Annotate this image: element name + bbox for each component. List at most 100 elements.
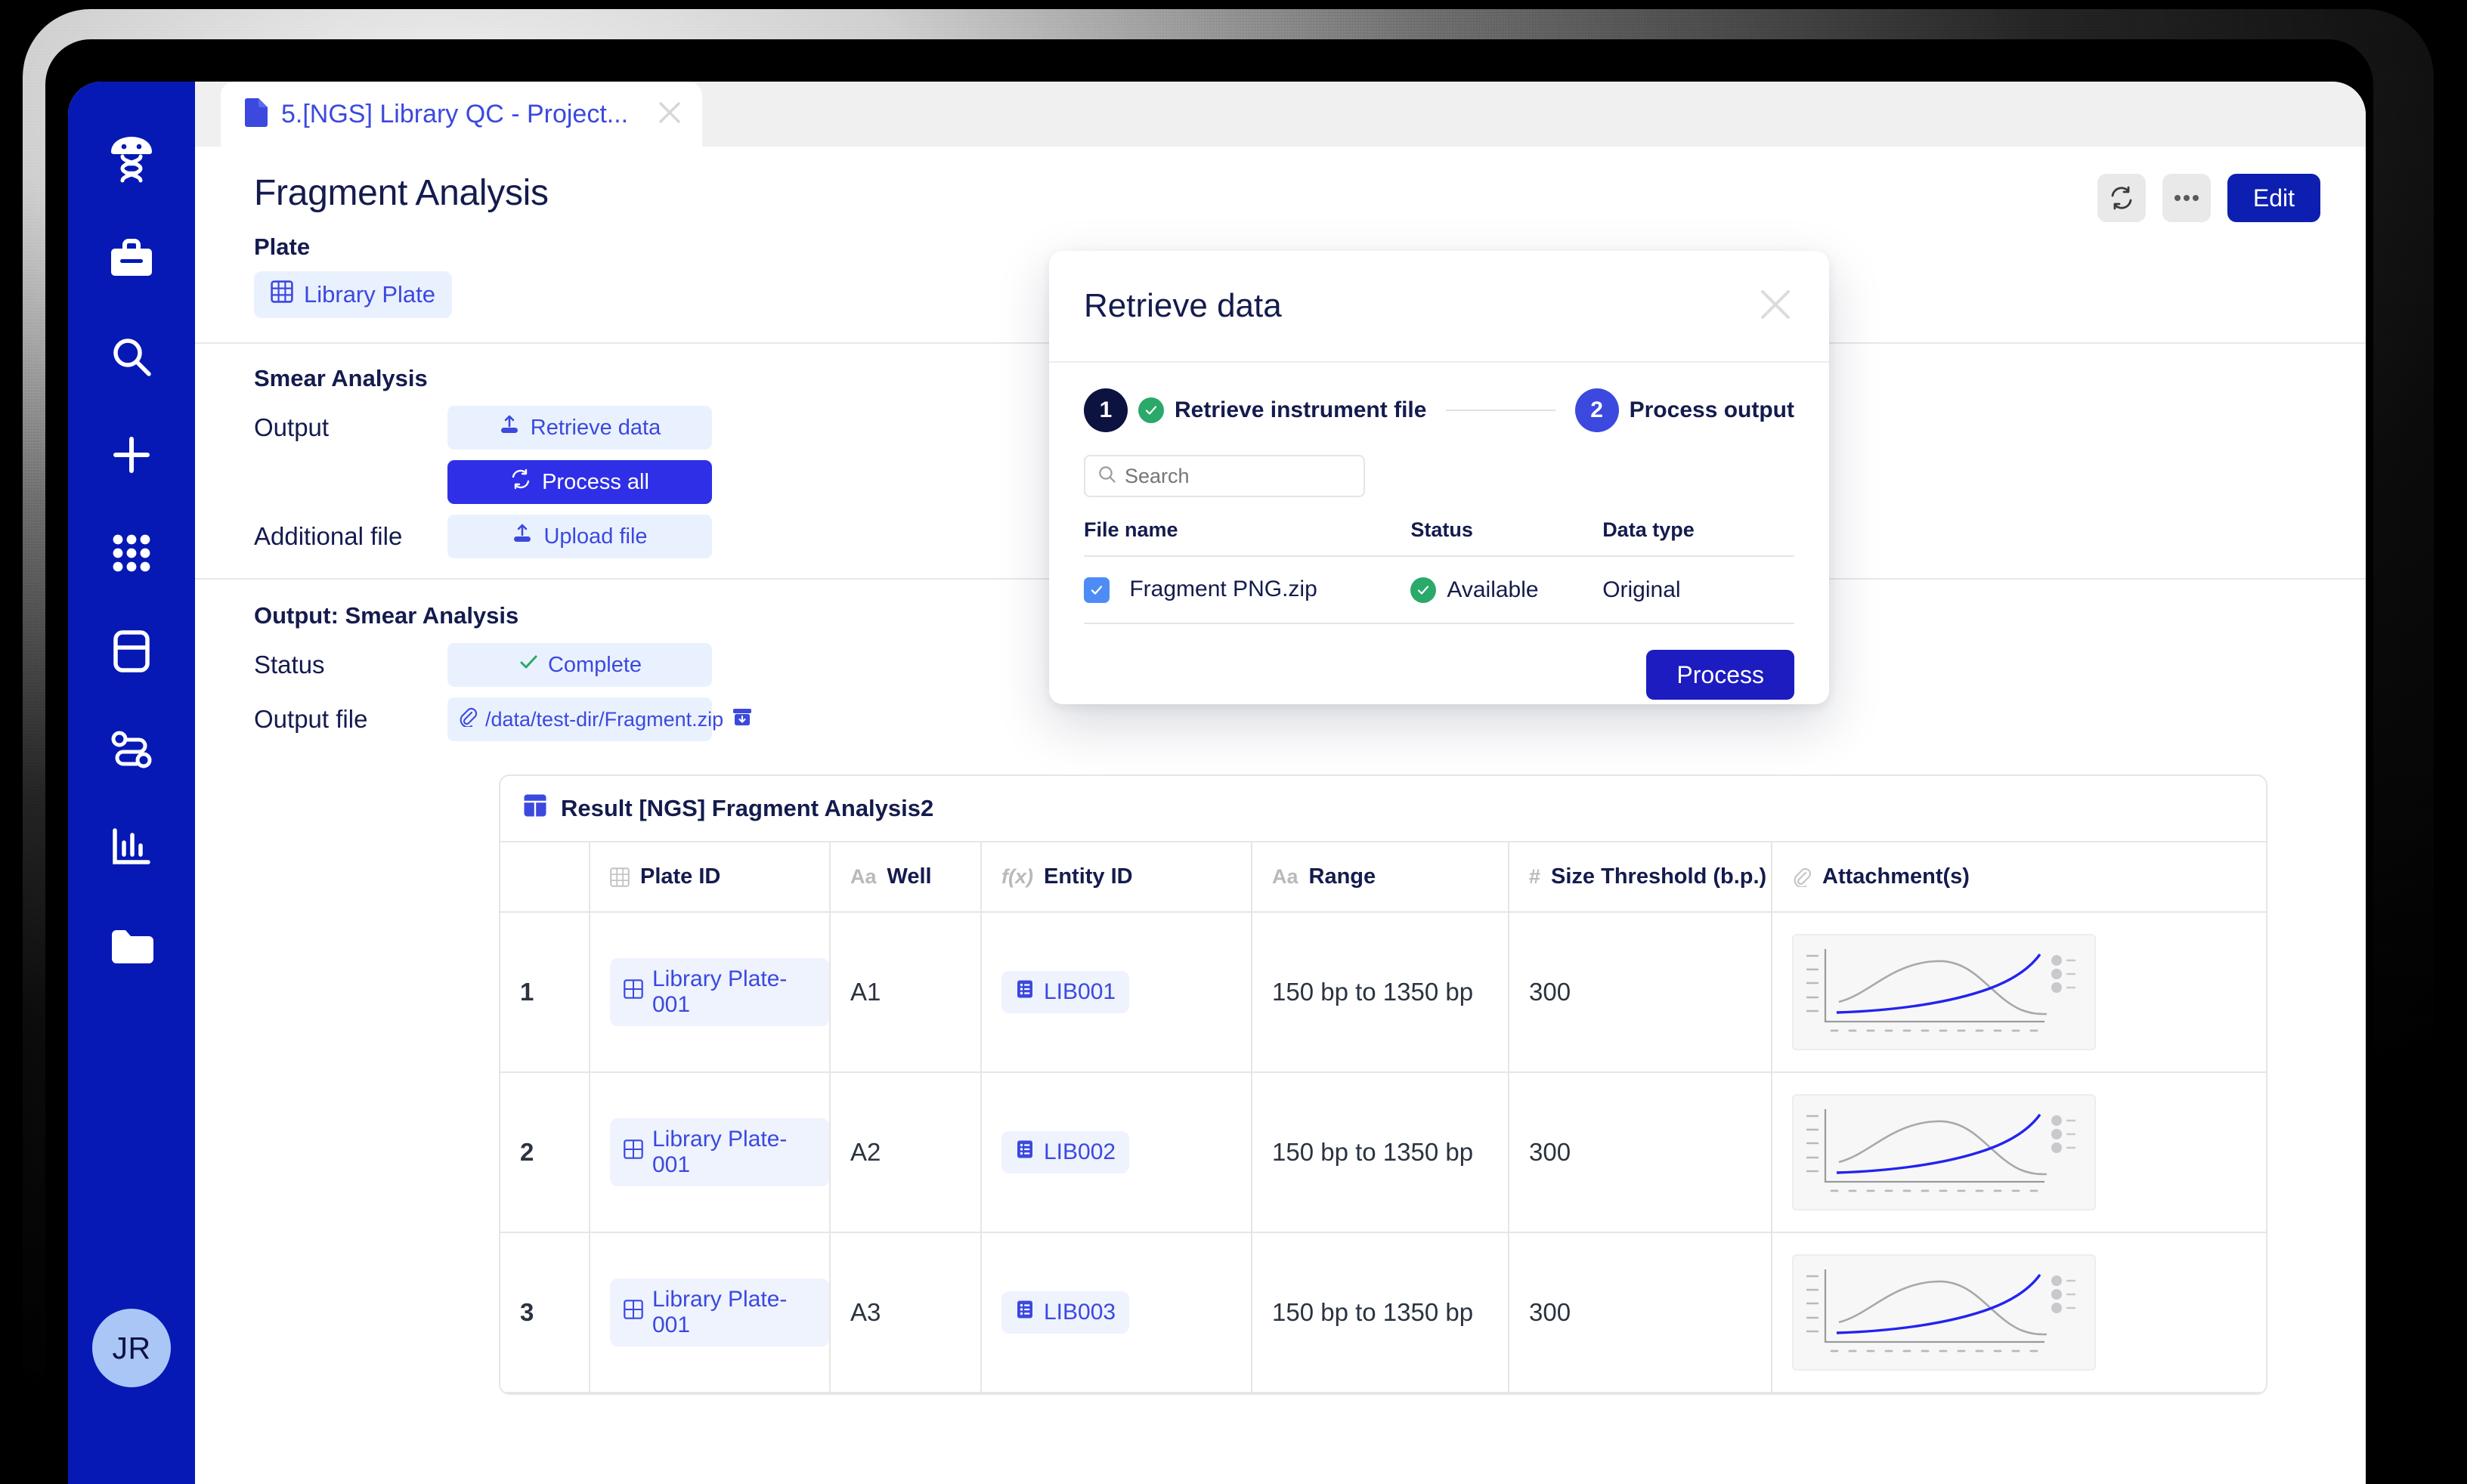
status-label: Status: [254, 651, 325, 679]
plate-chip[interactable]: Library Plate: [254, 271, 453, 318]
entity-id-chip[interactable]: LIB002: [1001, 1131, 1130, 1173]
sidebar-item-apps[interactable]: [95, 517, 168, 589]
avatar[interactable]: JR: [92, 1309, 171, 1387]
step-retrieve-instrument-file[interactable]: 1 Retrieve instrument file: [1084, 388, 1426, 432]
plate-id-chip[interactable]: Library Plate-001: [610, 1118, 829, 1186]
folder-icon: [112, 930, 153, 963]
additional-file-label: Additional file: [254, 522, 403, 550]
chart-thumbnail[interactable]: [1792, 934, 2096, 1050]
paperclip-icon: [458, 707, 478, 732]
col-size-threshold-label: Size Threshold (b.p.): [1551, 864, 1767, 889]
workflow-icon: [111, 731, 152, 768]
col-plate-id[interactable]: Plate ID: [590, 842, 831, 913]
edit-button[interactable]: Edit: [2227, 174, 2320, 222]
table-icon: [624, 1139, 643, 1165]
col-attachments[interactable]: Attachment(s): [1772, 842, 2266, 913]
table-row[interactable]: 2 Library Plate-001 A2 LIB002 150 bp to …: [500, 1072, 2266, 1233]
plus-icon: [113, 437, 150, 473]
refresh-icon: [510, 468, 531, 496]
col-size-threshold[interactable]: # Size Threshold (b.p.): [1509, 842, 1772, 913]
file-table-row[interactable]: Fragment PNG.zip Available Original: [1084, 556, 1794, 625]
entity-id-chip[interactable]: LIB003: [1001, 1291, 1130, 1334]
retrieve-data-label: Retrieve data: [530, 415, 661, 440]
step-number: 1: [1084, 388, 1128, 432]
table-row[interactable]: 1 Library Plate-001 A1 LIB001 150 bp to …: [500, 912, 2266, 1073]
sidebar-item-create[interactable]: [95, 419, 168, 491]
list-icon: [1015, 1300, 1035, 1325]
avatar-initials: JR: [112, 1330, 151, 1365]
entity-id-chip[interactable]: LIB001: [1001, 971, 1130, 1013]
search-icon: [113, 339, 151, 376]
col-data-type: Data type: [1602, 518, 1794, 557]
cell-attachment: [1772, 1072, 2266, 1233]
plate-chip-label: Library Plate: [304, 281, 436, 308]
step-label: Process output: [1629, 397, 1794, 422]
step-label: Retrieve instrument file: [1175, 397, 1427, 422]
check-circle-icon: [1410, 577, 1437, 603]
search-input[interactable]: [1125, 464, 1351, 488]
file-checkbox[interactable]: [1084, 577, 1110, 604]
table-icon: [624, 979, 643, 1005]
col-well-label: Well: [887, 864, 932, 889]
search-icon: [1097, 465, 1117, 488]
text-type-icon: Aa: [1272, 865, 1299, 888]
table-type-icon: [610, 867, 630, 887]
page-toolbar: Edit: [2097, 174, 2320, 222]
row-number: 3: [500, 1232, 590, 1393]
upload-file-button[interactable]: Upload file: [447, 515, 712, 558]
chart-thumbnail[interactable]: [1792, 1254, 2096, 1371]
upload-file-label: Upload file: [543, 524, 648, 549]
more-options-icon: [2174, 195, 2199, 201]
sidebar-item-projects[interactable]: [95, 222, 168, 295]
dialog-body: 1 Retrieve instrument file 2 Process out…: [1049, 363, 1829, 625]
tab-library-qc[interactable]: 5.[NGS] Library QC - Project...: [221, 82, 703, 147]
sidebar-item-search[interactable]: [95, 320, 168, 393]
upload-icon: [512, 523, 533, 550]
retrieve-data-button[interactable]: Retrieve data: [447, 406, 712, 450]
chart-thumbnail[interactable]: [1792, 1094, 2096, 1210]
results-table-title-bar: Result [NGS] Fragment Analysis2: [500, 776, 2266, 842]
output-file-label: Output file: [254, 705, 368, 733]
cell-entity-id: LIB003: [981, 1232, 1252, 1393]
col-entity-id[interactable]: f(x) Entity ID: [981, 842, 1252, 913]
number-type-icon: #: [1529, 865, 1541, 888]
results-table-title: Result [NGS] Fragment Analysis2: [561, 795, 934, 821]
cell-attachment: [1772, 1232, 2266, 1393]
output-file-value: /data/test-dir/Fragment.zip: [485, 707, 724, 731]
process-all-button[interactable]: Process all: [447, 460, 712, 504]
table-header-row: Plate ID Aa Well f(x) Entity ID Aa Range…: [500, 842, 2266, 913]
row-number: 1: [500, 912, 590, 1073]
close-icon[interactable]: [657, 100, 683, 129]
dialog-footer: Process: [1049, 624, 1829, 700]
entity-id-value: LIB001: [1044, 979, 1116, 1004]
process-button[interactable]: Process: [1646, 650, 1794, 700]
app-logo[interactable]: [95, 124, 168, 196]
plate-id-chip[interactable]: Library Plate-001: [610, 1278, 829, 1346]
sidebar-item-inventory[interactable]: [95, 615, 168, 688]
stepper: 1 Retrieve instrument file 2 Process out…: [1084, 388, 1794, 432]
formula-type-icon: f(x): [1001, 865, 1033, 888]
row-number: 2: [500, 1072, 590, 1233]
step-process-output[interactable]: 2 Process output: [1574, 388, 1794, 432]
output-file-chip[interactable]: /data/test-dir/Fragment.zip: [447, 697, 752, 741]
cell-data-type: Original: [1602, 556, 1794, 625]
table-row[interactable]: 3 Library Plate-001 A3 LIB003 150 bp to …: [500, 1232, 2266, 1393]
sidebar-item-analytics[interactable]: [95, 812, 168, 884]
col-entity-id-label: Entity ID: [1044, 864, 1133, 889]
download-button[interactable]: [731, 706, 754, 734]
search-box[interactable]: [1084, 455, 1365, 497]
table-icon: [523, 793, 547, 824]
database-icon: [113, 630, 150, 672]
sidebar-item-files[interactable]: [95, 910, 168, 982]
refresh-button[interactable]: [2097, 174, 2146, 222]
paperclip-icon: [1792, 867, 1812, 887]
col-well[interactable]: Aa Well: [830, 842, 982, 913]
plate-id-chip[interactable]: Library Plate-001: [610, 958, 829, 1026]
cell-status: Available: [1410, 556, 1603, 625]
close-icon[interactable]: [1757, 286, 1794, 327]
col-range[interactable]: Aa Range: [1252, 842, 1509, 913]
entity-id-value: LIB002: [1044, 1139, 1116, 1164]
sidebar-item-workflows[interactable]: [95, 713, 168, 786]
page-title: Fragment Analysis: [254, 173, 549, 213]
more-options-button[interactable]: [2162, 174, 2211, 222]
